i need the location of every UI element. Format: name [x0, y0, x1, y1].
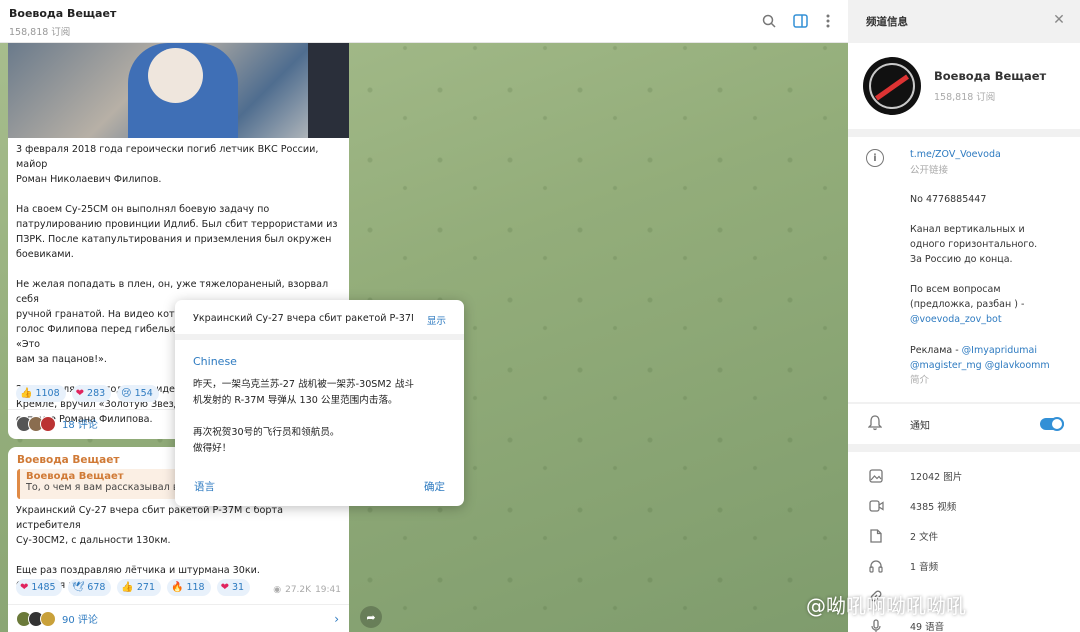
close-icon[interactable]: ✕	[1050, 11, 1068, 29]
media-label: 49 语音	[910, 622, 945, 632]
reaction-chip[interactable]: 😢 154	[117, 385, 159, 402]
post-author[interactable]: Воевода Вещает	[17, 454, 119, 466]
heart-icon: ❤	[20, 582, 29, 593]
media-label: 4385 视频	[910, 502, 957, 513]
chat-header[interactable]: Воевода Вещает 158,818 订阅	[0, 0, 848, 43]
panel-title: 频道信息	[866, 16, 908, 28]
media-row-files[interactable]: 2 文件	[848, 521, 1080, 551]
avatar	[40, 610, 56, 627]
ads-links[interactable]: @magister_mg @glavkoomm	[910, 358, 1072, 373]
thumbs-up-icon: 👍	[20, 388, 33, 399]
post-time: 19:41	[315, 585, 341, 595]
search-icon[interactable]	[759, 11, 779, 31]
translated-text: 昨天，一架乌克兰苏-27 战机被一架苏-30SM2 战斗 机发射的 R-37M …	[193, 379, 415, 454]
video-icon	[868, 498, 884, 514]
share-icon[interactable]: ➦	[360, 606, 382, 628]
thumbs-up-icon: 👍	[121, 582, 134, 593]
chat-subscriber-count: 158,818 订阅	[9, 27, 71, 38]
target-language: Chinese	[193, 355, 237, 368]
reaction-count: 271	[136, 582, 156, 593]
profile-card: Воевода Вещает 158,818 订阅	[848, 43, 1080, 129]
reaction-chip[interactable]: 👍 271	[117, 579, 162, 596]
reaction-chip[interactable]: 🔥 118	[167, 579, 211, 596]
notifications-label: 通知	[910, 421, 930, 432]
reaction-count: 31	[232, 582, 245, 593]
chat-title[interactable]: Воевода Вещает	[9, 7, 116, 20]
info-icon: i	[866, 149, 884, 167]
reaction-chip[interactable]: ❤ 31	[216, 579, 251, 596]
comments-link[interactable]: 90 评论 ›	[8, 604, 349, 632]
subscriber-count: 158,818 订阅	[934, 92, 996, 103]
media-label: 1 音频	[910, 562, 939, 573]
reaction-count: 118	[186, 582, 205, 593]
sidebar-toggle-icon[interactable]	[790, 11, 810, 31]
fire-icon: 🔥	[171, 582, 184, 593]
photo-icon	[868, 468, 884, 484]
file-icon	[868, 528, 884, 544]
channel-link[interactable]: t.me/ZOV_Voevoda	[910, 147, 1072, 162]
notifications-row[interactable]: 通知	[848, 404, 1080, 444]
translation-dialog: Украинский Су-27 вчера сбит ракетой Р-37…	[175, 300, 464, 506]
info-card: i t.me/ZOV_Voevoda 公开链接 No 4776885447 Ка…	[848, 137, 1080, 402]
ok-button[interactable]: 确定	[424, 479, 445, 494]
ads-link[interactable]: @Imyapridumai	[962, 345, 1037, 356]
original-text-bar: Украинский Су-27 вчера сбит ракетой Р-37…	[175, 300, 464, 340]
reaction-bar: 👍 1108 ❤ 283 😢 154	[16, 385, 159, 402]
reaction-chip[interactable]: ❤ 283	[71, 385, 112, 402]
ads-line: Реклама - @Imyapridumai	[910, 343, 1072, 358]
reaction-count: 678	[87, 582, 106, 593]
bell-icon	[867, 415, 884, 433]
media-row-audio[interactable]: 1 音频	[848, 551, 1080, 581]
ads-label: Реклама -	[910, 345, 962, 356]
watermark: @呦吼啊呦吼呦吼	[806, 594, 966, 618]
audio-icon	[868, 558, 884, 574]
heart-icon: ❤	[220, 582, 229, 593]
reaction-count: 1108	[35, 388, 60, 399]
reaction-chip[interactable]: 🕊 678	[67, 579, 112, 596]
comments-count[interactable]: 18 评论	[62, 416, 98, 431]
language-button[interactable]: 语言	[194, 479, 215, 494]
channel-id: No 4776885447	[910, 194, 987, 205]
reaction-count: 283	[87, 388, 106, 399]
eye-icon: ◉	[273, 585, 282, 595]
reaction-chip[interactable]: 👍 1108	[16, 385, 66, 402]
avatar	[40, 415, 56, 432]
more-icon[interactable]	[818, 11, 838, 31]
reaction-chip[interactable]: ❤ 1485	[16, 579, 62, 596]
link-caption: 公开链接	[910, 165, 949, 176]
channel-info-panel: 频道信息 ✕ Воевода Вещает 158,818 订阅 i t.me/…	[848, 0, 1080, 632]
reaction-count: 1485	[31, 582, 56, 593]
media-label: 12042 图片	[910, 472, 963, 483]
questions-text: По всем вопросам (предложка, разбан ) -	[910, 284, 1025, 310]
dove-icon: 🕊	[71, 582, 85, 593]
original-text: Украинский Су-27 вчера сбит ракетой Р-37…	[193, 313, 413, 324]
commenter-avatars	[16, 415, 56, 432]
show-original-button[interactable]: 显示	[427, 313, 446, 327]
heart-icon: ❤	[75, 388, 85, 399]
reaction-count: 154	[134, 388, 153, 399]
channel-name: Воевода Вещает	[934, 69, 1047, 83]
bot-link[interactable]: @voevoda_zov_bot	[910, 312, 1072, 327]
post-photo[interactable]	[8, 43, 349, 138]
media-label: 2 文件	[910, 532, 939, 543]
post-meta: ◉ 27.2K 19:41	[273, 585, 341, 595]
chevron-right-icon: ›	[334, 611, 339, 626]
media-row-videos[interactable]: 4385 视频	[848, 491, 1080, 521]
crying-face-icon: 😢	[121, 388, 132, 399]
voice-icon	[868, 618, 884, 632]
reaction-bar: ❤ 1485 🕊 678 👍 271 🔥 118 ❤ 31	[16, 579, 251, 596]
view-count: 27.2K	[285, 585, 312, 595]
panel-header: 频道信息 ✕	[848, 0, 1080, 43]
commenter-avatars	[16, 610, 56, 627]
media-row-photos[interactable]: 12042 图片	[848, 461, 1080, 491]
notifications-toggle[interactable]	[1040, 417, 1064, 431]
avatar[interactable]	[863, 57, 921, 115]
comments-count[interactable]: 90 评论	[62, 611, 98, 626]
description: Канал вертикальных и одного горизонтальн…	[910, 224, 1038, 265]
description-caption: 简介	[910, 375, 930, 386]
